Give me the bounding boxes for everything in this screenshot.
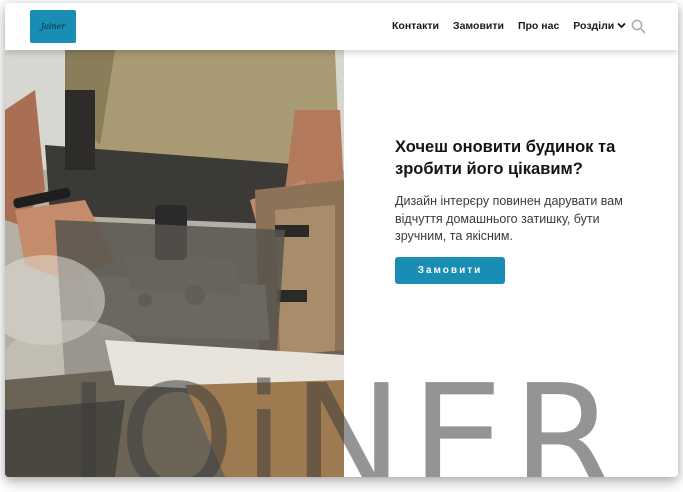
nav-item-order[interactable]: Замовити [453,20,504,32]
nav-item-about[interactable]: Про нас [518,20,559,32]
hero-headline: Хочеш оновити будинок та зробити його ці… [395,138,616,178]
hero-photo-illustration [5,50,344,477]
logo-text: Joiner [40,22,66,31]
hero-description: Дизайн інтерєру повинен дарувати вам від… [395,194,623,243]
site-header: Joiner Контакти Замовити Про нас Розділи [5,3,678,50]
chevron-down-icon [617,22,626,28]
search-icon[interactable] [631,19,646,34]
order-button[interactable]: Замовити [395,257,505,284]
nav-item-sections-dropdown[interactable]: Розділи [573,20,626,32]
nav-item-sections-label: Розділи [573,20,615,32]
hero-photo-carpenter [5,50,344,477]
logo[interactable]: Joiner [30,10,76,43]
nav-item-contacts[interactable]: Контакти [392,20,439,32]
browser-page-frame: Joiner Контакти Замовити Про нас Розділи [5,3,678,477]
main-nav: Контакти Замовити Про нас Розділи [392,18,626,34]
